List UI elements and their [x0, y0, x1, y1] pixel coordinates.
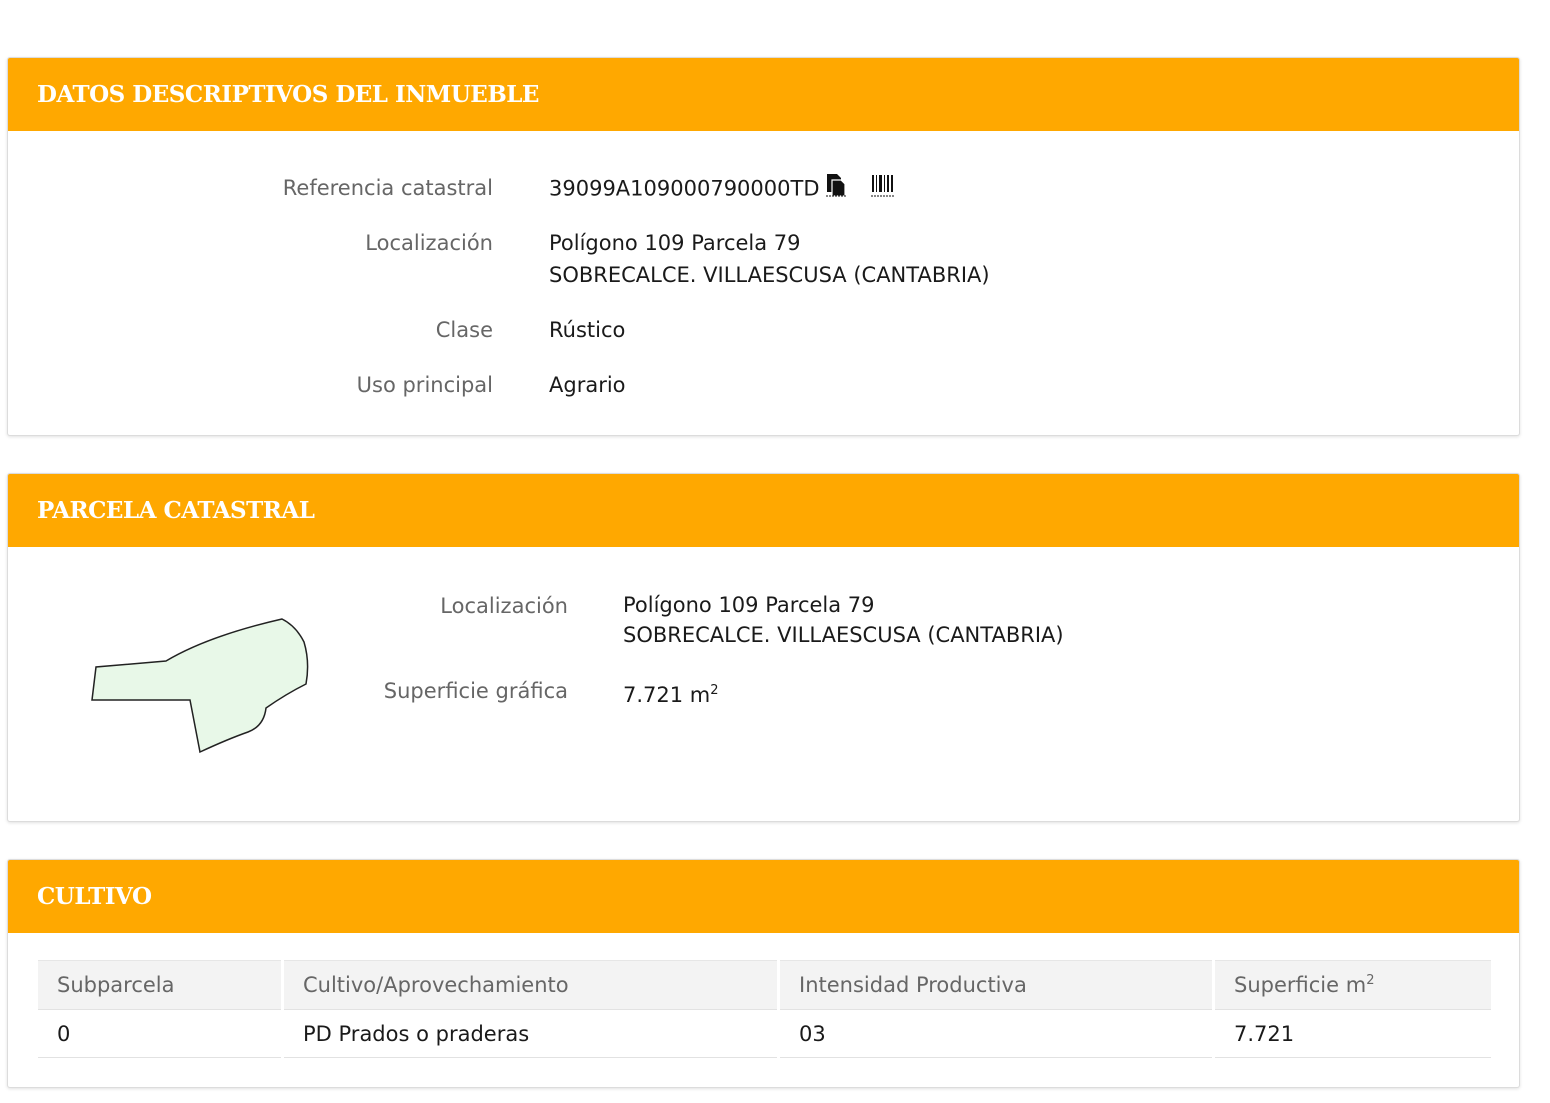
referencia-label: Referencia catastral [282, 176, 493, 200]
cultivo-table: Subparcela Cultivo/Aprovechamiento Inten… [38, 960, 1491, 1058]
copy-document-icon[interactable] [824, 172, 848, 207]
col-header-cultivo: Cultivo/Aprovechamiento [281, 960, 779, 1010]
table-row: 0 PD Prados o praderas 03 7.721 [38, 1009, 1491, 1058]
panel-title: DATOS DESCRIPTIVOS DEL INMUEBLE [8, 58, 1519, 131]
cell-intensidad: 03 [777, 1009, 1214, 1058]
panel-parcela-catastral: PARCELA CATASTRAL Localización Polígono … [7, 473, 1520, 822]
col-header-superficie: Superficie m2 [1212, 960, 1491, 1010]
panel-cultivo: CULTIVO Subparcela Cultivo/Aprovechamien… [7, 859, 1520, 1088]
table-header-row: Subparcela Cultivo/Aprovechamiento Inten… [38, 960, 1491, 1010]
parcela-localizacion-line2: SOBRECALCE. VILLAESCUSA (CANTABRIA) [623, 623, 1064, 647]
uso-principal-label: Uso principal [356, 373, 493, 397]
parcel-shape[interactable] [88, 614, 318, 758]
col-header-subparcela: Subparcela [38, 960, 283, 1010]
localizacion-label: Localización [365, 231, 493, 255]
panel-title: PARCELA CATASTRAL [8, 474, 1519, 547]
clase-label: Clase [435, 318, 493, 342]
cell-superficie: 7.721 [1212, 1009, 1491, 1058]
barcode-icon[interactable] [870, 172, 896, 207]
parcela-localizacion-line1: Polígono 109 Parcela 79 [623, 593, 875, 617]
clase-value: Rústico [549, 318, 626, 342]
uso-principal-value: Agrario [549, 373, 626, 397]
col-header-intensidad: Intensidad Productiva [777, 960, 1214, 1010]
localizacion-line2: SOBRECALCE. VILLAESCUSA (CANTABRIA) [549, 263, 990, 287]
panel-datos-descriptivos: DATOS DESCRIPTIVOS DEL INMUEBLE Referenc… [7, 57, 1520, 436]
cell-subparcela: 0 [38, 1009, 283, 1058]
panel-title: CULTIVO [8, 860, 1519, 933]
superficie-grafica-value: 7.721 m2 [623, 683, 719, 707]
cell-cultivo: PD Prados o praderas [281, 1009, 779, 1058]
referencia-value: 39099A109000790000TD [549, 176, 820, 201]
superficie-grafica-label: Superficie gráfica [383, 679, 568, 703]
localizacion-line1: Polígono 109 Parcela 79 [549, 231, 801, 255]
parcela-localizacion-label: Localización [440, 594, 568, 618]
